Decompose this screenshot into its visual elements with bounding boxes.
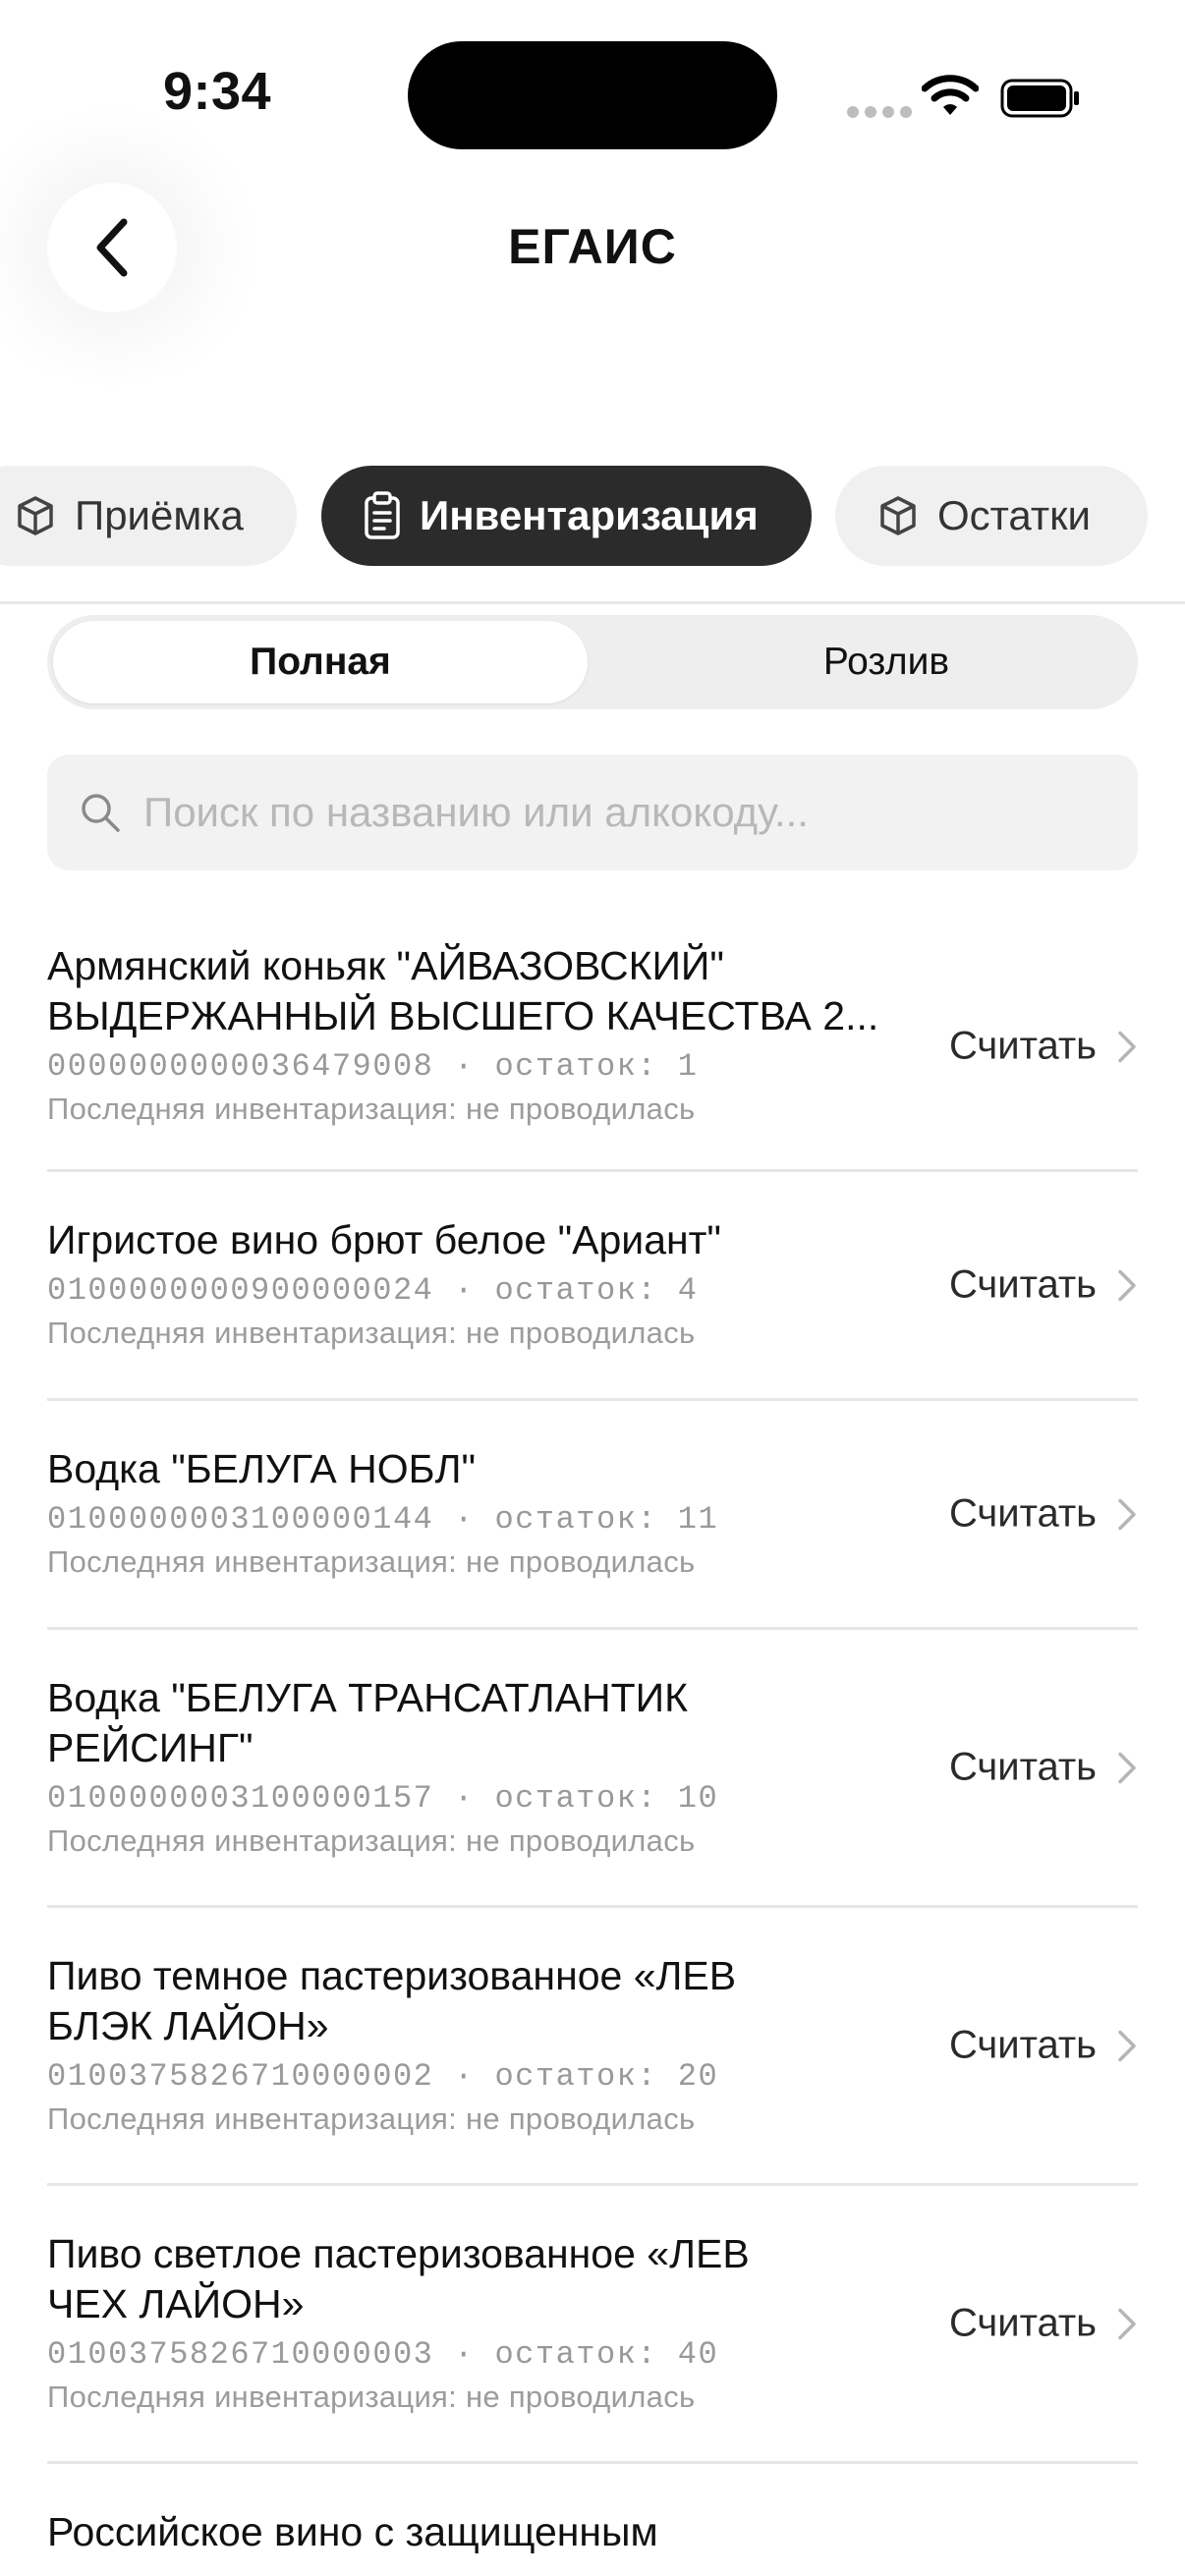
chevron-right-icon — [1116, 1267, 1138, 1303]
tab-label: Приёмка — [75, 492, 244, 538]
item-name-line2: РЕЙСИНГ" — [47, 1725, 254, 1770]
chevron-right-icon — [1116, 2028, 1138, 2063]
item-name: Пиво темное пастеризованное «ЛЕВ — [47, 1953, 737, 1998]
cellular-signal-icon — [847, 106, 912, 118]
count-button[interactable]: Считать — [949, 2024, 1138, 2068]
item-name: Армянский коньяк "АЙВАЗОВСКИЙ" — [47, 943, 724, 988]
item-last-inventory: Последняя инвентаризация: не проводилась — [47, 2380, 696, 2414]
item-name: Пиво светлое пастеризованное «ЛЕВ — [47, 2231, 750, 2276]
tabs-divider — [0, 601, 1185, 604]
item-last-inventory: Последняя инвентаризация: не проводилась — [47, 2101, 696, 2136]
item-info: Водка "БЕЛУГА ТРАНСАТЛАНТИК РЕЙСИНГ" 010… — [47, 1673, 912, 1862]
item-name: Игристое вино брют белое "Ариант" — [47, 1217, 721, 1262]
status-time: 9:34 — [163, 62, 272, 121]
battery-icon — [1000, 79, 1079, 118]
wifi-icon — [922, 75, 979, 115]
segment-pour[interactable]: Розлив — [641, 621, 1132, 703]
count-button[interactable]: Считать — [949, 1025, 1138, 1069]
list-item[interactable]: Водка "БЕЛУГА НОБЛ" 0100000003100000144 … — [47, 1401, 1138, 1630]
page-title: ЕГАИС — [508, 219, 677, 274]
item-last-inventory: Последняя инвентаризация: не проводилась — [47, 1092, 696, 1126]
item-alcocode-stock: 0000000000036479008 · остаток: 1 — [47, 1048, 699, 1085]
clipboard-icon — [363, 491, 402, 540]
chevron-right-icon — [1116, 2306, 1138, 2341]
dynamic-island — [408, 41, 777, 149]
count-label: Считать — [948, 2301, 1097, 2345]
list-item[interactable]: Водка "БЕЛУГА ТРАНСАТЛАНТИК РЕЙСИНГ" 010… — [47, 1630, 1138, 1908]
item-alcocode-stock: 0100000000900000024 · остаток: 4 — [47, 1272, 699, 1309]
item-name-line2: БЛЭК ЛАЙОН» — [47, 2003, 329, 2048]
item-name-line2: ВЫДЕРЖАННЫЙ ВЫСШЕГО КАЧЕСТВА 2... — [47, 993, 879, 1038]
count-button[interactable]: Считать — [949, 2302, 1138, 2346]
count-label: Считать — [948, 1491, 1097, 1536]
product-list: Армянский коньяк "АЙВАЗОВСКИЙ" ВЫДЕРЖАНН… — [47, 924, 1138, 2576]
item-name: Водка "БЕЛУГА ТРАНСАТЛАНТИК — [47, 1675, 689, 1720]
item-alcocode-stock: 0100375826710000002 · остаток: 20 — [47, 2058, 719, 2095]
screen: 9:34 ЕГАИС Приёмка Инвентаризация Остатк… — [0, 0, 1185, 2576]
item-name-line2: ЧЕХ ЛАЙОН» — [47, 2281, 305, 2326]
item-last-inventory: Последняя инвентаризация: не проводилась — [47, 1316, 696, 1350]
search-icon — [79, 791, 122, 834]
list-item[interactable]: Игристое вино брют белое "Ариант" 010000… — [47, 1172, 1138, 1401]
tab-label: Инвентаризация — [420, 492, 759, 538]
count-label: Считать — [948, 2023, 1097, 2067]
item-alcocode-stock: 0100000003100000157 · остаток: 10 — [47, 1780, 719, 1817]
tab-label: Остатки — [937, 492, 1091, 538]
item-info: Пиво светлое пастеризованное «ЛЕВ ЧЕХ ЛА… — [47, 2229, 912, 2418]
chevron-right-icon — [1116, 1496, 1138, 1532]
segment-full[interactable]: Полная — [53, 621, 588, 703]
tab-priemka[interactable]: Приёмка — [0, 466, 297, 566]
chevron-right-icon — [1116, 1029, 1138, 1064]
tab-ostatki[interactable]: Остатки — [835, 466, 1148, 566]
chevron-right-icon — [1116, 1750, 1138, 1785]
item-alcocode-stock: 0100375826710000003 · остаток: 40 — [47, 2336, 719, 2373]
list-item[interactable]: Российское вино с защищенным — [47, 2464, 1138, 2576]
item-info: Армянский коньяк "АЙВАЗОВСКИЙ" ВЫДЕРЖАНН… — [47, 941, 912, 1130]
list-item[interactable]: Армянский коньяк "АЙВАЗОВСКИЙ" ВЫДЕРЖАНН… — [47, 924, 1138, 1172]
item-name: Российское вино с защищенным — [47, 2509, 658, 2554]
segmented-control: Полная Розлив — [47, 615, 1138, 709]
count-button[interactable]: Считать — [949, 1492, 1138, 1537]
search-input[interactable] — [143, 789, 1087, 836]
item-name: Водка "БЕЛУГА НОБЛ" — [47, 1446, 477, 1491]
item-alcocode-stock: 0100000003100000144 · остаток: 11 — [47, 1501, 719, 1538]
item-last-inventory: Последняя инвентаризация: не проводилась — [47, 1544, 696, 1579]
count-label: Считать — [948, 1745, 1097, 1789]
box-icon — [14, 494, 57, 537]
count-button[interactable]: Считать — [949, 1263, 1138, 1308]
list-item[interactable]: Пиво темное пастеризованное «ЛЕВ БЛЭК ЛА… — [47, 1908, 1138, 2186]
status-icons — [847, 69, 1083, 124]
mode-tabs: Приёмка Инвентаризация Остатки — [0, 466, 1185, 566]
count-label: Считать — [948, 1024, 1097, 1068]
list-item[interactable]: Пиво светлое пастеризованное «ЛЕВ ЧЕХ ЛА… — [47, 2186, 1138, 2464]
item-info: Водка "БЕЛУГА НОБЛ" 0100000003100000144 … — [47, 1444, 912, 1583]
item-info: Игристое вино брют белое "Ариант" 010000… — [47, 1215, 912, 1354]
item-info: Пиво темное пастеризованное «ЛЕВ БЛЭК ЛА… — [47, 1951, 912, 2140]
box-icon — [876, 494, 920, 537]
item-info: Российское вино с защищенным — [47, 2507, 912, 2557]
search-box[interactable] — [47, 755, 1138, 870]
count-button[interactable]: Считать — [949, 1746, 1138, 1790]
count-label: Считать — [948, 1262, 1097, 1307]
item-last-inventory: Последняя инвентаризация: не проводилась — [47, 1823, 696, 1858]
tab-inventarizaciya[interactable]: Инвентаризация — [321, 466, 812, 566]
